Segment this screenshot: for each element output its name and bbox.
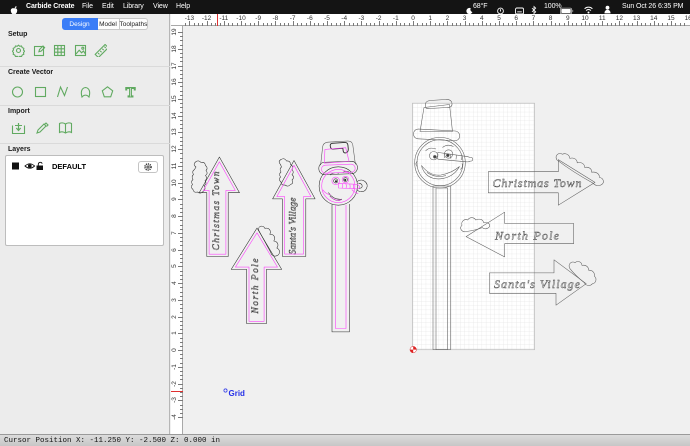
svg-text:North Pole: North Pole — [494, 229, 560, 243]
svg-text:Grid: Grid — [229, 389, 246, 398]
svg-text:Santa's Village: Santa's Village — [289, 198, 299, 255]
svg-text:North Pole: North Pole — [251, 259, 261, 315]
svg-text:Christmas Town: Christmas Town — [493, 176, 582, 190]
svg-text:Santa's Village: Santa's Village — [494, 277, 581, 291]
svg-text:Christmas Town: Christmas Town — [212, 171, 222, 250]
